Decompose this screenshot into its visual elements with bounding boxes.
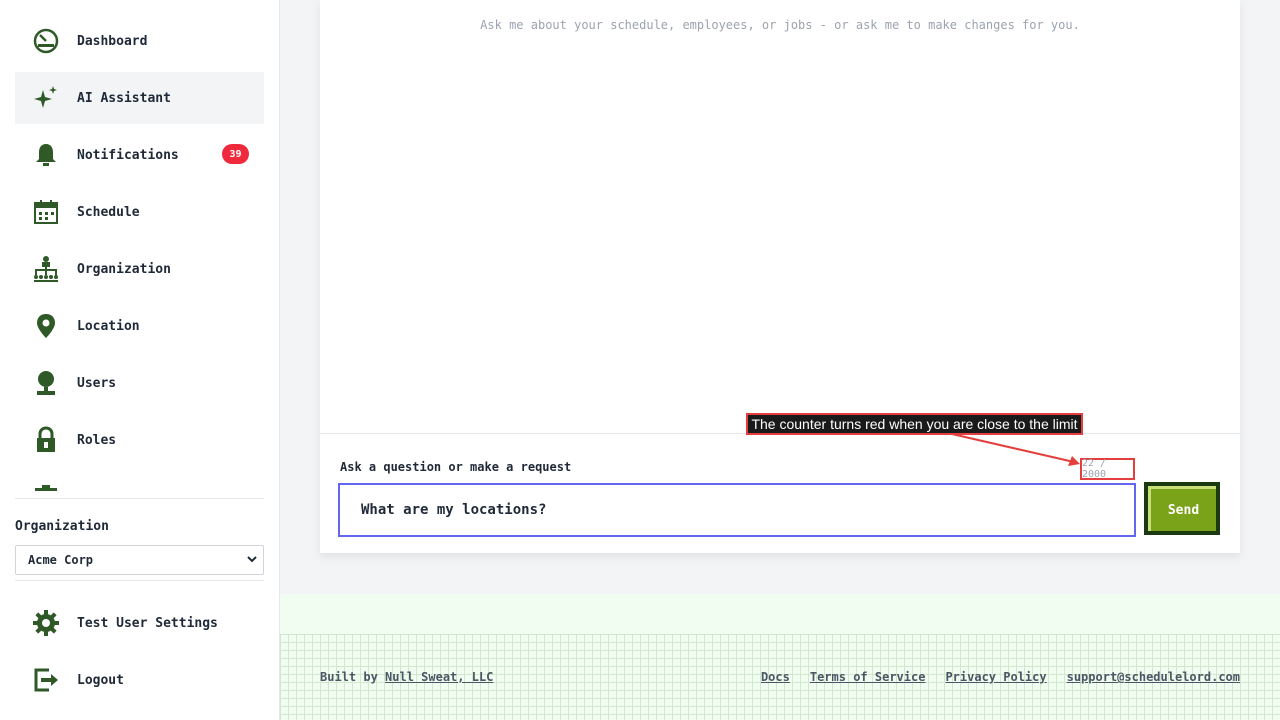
sidebar-item-roles[interactable]: Roles — [15, 414, 264, 466]
send-button[interactable]: Send — [1144, 482, 1220, 535]
sidebar-item-label: Organization — [77, 261, 171, 277]
sidebar-item-users[interactable]: Users — [15, 357, 264, 409]
footer-link-terms[interactable]: Terms of Service — [810, 670, 926, 684]
sidebar-item-label: Dashboard — [77, 33, 148, 49]
briefcase-icon — [30, 471, 62, 491]
chat-composer: Ask a question or make a request 22 / 20… — [320, 433, 1240, 553]
org-chart-icon — [30, 253, 62, 285]
chat-empty-hint: Ask me about your schedule, employees, o… — [480, 18, 1080, 32]
test-user-settings-button[interactable]: Test User Settings — [15, 597, 264, 649]
footer-credit: Built by Null Sweat, LLC — [320, 670, 493, 684]
sidebar-item-label: Users — [77, 375, 117, 391]
sidebar-nav: Dashboard AI Assistant Notifications 39 — [15, 15, 264, 491]
app-root: Dashboard AI Assistant Notifications 39 — [0, 0, 1280, 720]
organization-label: Organization — [15, 519, 109, 534]
logout-label: Logout — [77, 672, 124, 688]
footer-credit-prefix: Built by — [320, 670, 378, 684]
footer-band — [280, 594, 1280, 634]
sidebar-divider — [15, 580, 264, 581]
sidebar-item-schedule[interactable]: Schedule — [15, 186, 264, 238]
send-button-label: Send — [1148, 486, 1216, 531]
chevron-down-icon — [247, 556, 257, 563]
lock-icon — [30, 424, 62, 456]
organization-selected-value: Acme Corp — [28, 553, 94, 567]
logout-icon — [30, 664, 62, 696]
sidebar-item-partial[interactable] — [15, 471, 264, 491]
bell-icon — [30, 139, 62, 171]
sidebar-item-label: Roles — [77, 432, 117, 448]
calendar-icon — [30, 196, 62, 228]
organization-select[interactable]: Acme Corp — [15, 545, 264, 575]
logout-button[interactable]: Logout — [15, 654, 264, 706]
gear-icon — [30, 607, 62, 639]
settings-label: Test User Settings — [77, 615, 218, 631]
footer-links: Docs Terms of Service Privacy Policy sup… — [761, 670, 1240, 684]
chat-input[interactable]: What are my locations? — [338, 483, 1136, 537]
page-footer: Built by Null Sweat, LLC Docs Terms of S… — [280, 594, 1280, 720]
chat-panel: Ask me about your schedule, employees, o… — [320, 0, 1240, 553]
sidebar: Dashboard AI Assistant Notifications 39 — [0, 0, 280, 720]
sidebar-item-label: Notifications — [77, 147, 179, 163]
sidebar-item-label: Schedule — [77, 204, 140, 220]
footer-link-privacy[interactable]: Privacy Policy — [945, 670, 1046, 684]
user-icon — [30, 367, 62, 399]
footer-link-docs[interactable]: Docs — [761, 670, 790, 684]
sidebar-item-organization[interactable]: Organization — [15, 243, 264, 295]
map-pin-icon — [30, 310, 62, 342]
sidebar-item-label: AI Assistant — [77, 90, 171, 106]
composer-label: Ask a question or make a request — [340, 460, 572, 474]
sparkle-icon — [30, 82, 62, 114]
footer-link-support-email[interactable]: support@schedulelord.com — [1067, 670, 1240, 684]
sidebar-item-notifications[interactable]: Notifications 39 — [15, 129, 264, 181]
sidebar-divider — [15, 498, 264, 499]
sidebar-item-dashboard[interactable]: Dashboard — [15, 15, 264, 67]
sidebar-item-label: Location — [77, 318, 140, 334]
footer-company-link[interactable]: Null Sweat, LLC — [385, 670, 493, 684]
sidebar-item-ai-assistant[interactable]: AI Assistant — [15, 72, 264, 124]
annotation-arrow-icon — [951, 433, 1080, 466]
sidebar-item-location[interactable]: Location — [15, 300, 264, 352]
chat-input-value: What are my locations? — [361, 502, 547, 518]
dashboard-icon — [30, 25, 62, 57]
notification-count-badge: 39 — [222, 144, 249, 164]
